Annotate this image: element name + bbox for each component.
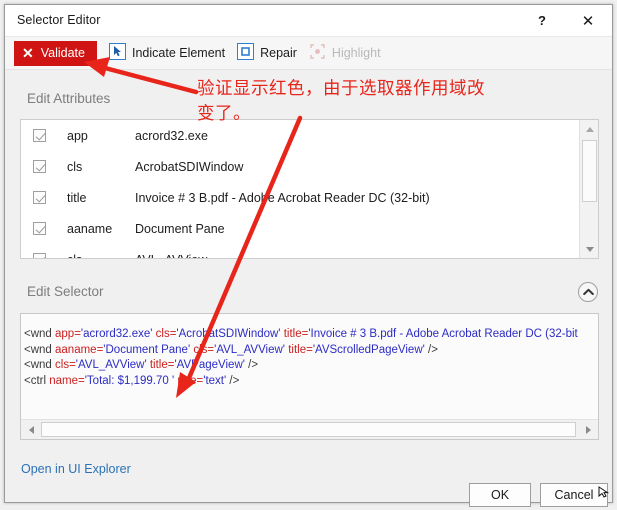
indicate-element-button[interactable]: Indicate Element xyxy=(108,41,226,66)
repair-button[interactable]: Repair xyxy=(237,41,297,66)
selector-tail: /> xyxy=(424,343,438,356)
selector-attr: aaname= xyxy=(51,343,104,356)
vertical-scrollbar-thumb[interactable] xyxy=(582,140,597,202)
collapse-selector-button[interactable] xyxy=(578,282,598,302)
repair-label: Repair xyxy=(260,46,297,60)
selector-code-area[interactable]: <wnd app='acrord32.exe' cls='AcrobatSDIW… xyxy=(21,314,598,414)
attribute-checkbox[interactable] xyxy=(33,253,46,258)
selector-tag: <ctrl xyxy=(24,374,47,387)
scroll-up-arrow-icon[interactable] xyxy=(580,120,598,138)
attribute-value: AVL_AVView xyxy=(135,253,207,259)
edit-selector-header-row: Edit Selector xyxy=(5,277,614,307)
highlight-label: Highlight xyxy=(331,46,381,60)
highlight-icon xyxy=(309,43,326,63)
window-title: Selector Editor xyxy=(17,13,101,27)
table-row[interactable]: title Invoice # 3 B.pdf - Adobe Acrobat … xyxy=(21,182,578,213)
selector-tag: <wnd xyxy=(24,359,52,371)
table-row[interactable]: cls AcrobatSDIWindow xyxy=(21,151,578,182)
selector-attr: role= xyxy=(174,374,204,387)
attributes-list-panel: app acrord32.exe cls AcrobatSDIWindow ti… xyxy=(20,119,599,259)
selector-value: 'text' xyxy=(203,374,227,387)
indicate-element-label: Indicate Element xyxy=(131,46,226,60)
indicate-element-icon xyxy=(108,43,126,63)
horizontal-scrollbar-thumb[interactable] xyxy=(41,422,576,437)
validate-error-x-icon: ✕ xyxy=(22,45,34,61)
selector-attr: app= xyxy=(51,328,81,340)
selector-horizontal-scrollbar[interactable] xyxy=(21,419,598,439)
attribute-checkbox[interactable] xyxy=(33,160,46,173)
selector-attr: name= xyxy=(46,374,85,387)
attribute-key: cls xyxy=(67,253,135,259)
open-in-ui-explorer-link[interactable]: Open in UI Explorer xyxy=(21,462,131,476)
window-titlebar: Selector Editor ? ✕ xyxy=(5,5,612,37)
selector-value: 'AVPageView' xyxy=(174,359,245,371)
selector-attr: title= xyxy=(285,343,313,356)
selector-line: <ctrl name='Total: $1,199.70 ' role='tex… xyxy=(24,374,598,390)
repair-icon xyxy=(237,43,255,63)
attribute-key: aaname xyxy=(67,221,113,236)
selector-editor-panel[interactable]: <wnd app='acrord32.exe' cls='AcrobatSDIW… xyxy=(20,313,599,440)
edit-attributes-header: Edit Attributes xyxy=(27,91,111,106)
scroll-left-arrow-icon[interactable] xyxy=(22,421,40,438)
table-row[interactable]: cls AVL_AVView xyxy=(21,244,578,258)
ok-button[interactable]: OK xyxy=(469,483,531,507)
attributes-rows: app acrord32.exe cls AcrobatSDIWindow ti… xyxy=(21,120,578,258)
selector-value: 'acrord32.exe' xyxy=(80,328,153,340)
selector-tail: /> xyxy=(244,359,259,371)
attribute-value: Invoice # 3 B.pdf - Adobe Acrobat Reader… xyxy=(135,190,430,205)
highlight-button[interactable]: Highlight xyxy=(309,41,381,66)
scroll-right-arrow-icon[interactable] xyxy=(579,421,597,438)
selector-value: 'AVScrolledPageView' xyxy=(312,343,425,356)
attribute-checkbox[interactable] xyxy=(33,191,46,204)
selector-value: 'AVL_AVView' xyxy=(75,359,147,371)
selector-value: 'Document Pane' xyxy=(103,343,191,356)
attribute-key: title xyxy=(67,190,87,205)
attribute-value: acrord32.exe xyxy=(135,128,208,143)
selector-attr: title= xyxy=(146,359,175,371)
help-button[interactable]: ? xyxy=(520,5,564,36)
validate-button-label: Validate xyxy=(40,46,85,60)
selector-value: 'AVL_AVView' xyxy=(214,343,286,356)
selector-tag: <wnd xyxy=(24,343,52,356)
attribute-value: Document Pane xyxy=(135,221,225,236)
edit-selector-header: Edit Selector xyxy=(27,284,104,299)
selector-tag: <wnd xyxy=(24,328,52,340)
table-row[interactable]: aaname Document Pane xyxy=(21,213,578,244)
editor-toolbar: ✕ Validate Indicate Element Repair Highl… xyxy=(5,37,612,70)
selector-line: <wnd aaname='Document Pane' cls='AVL_AVV… xyxy=(24,343,598,359)
attribute-key: app xyxy=(67,128,88,143)
close-button[interactable]: ✕ xyxy=(566,5,610,36)
selector-attr: cls= xyxy=(51,359,76,371)
screenshot-root: Selector Editor ? ✕ ✕ Validate Indicate … xyxy=(0,0,617,510)
chevron-up-icon xyxy=(582,288,594,295)
resize-grip-icon[interactable] xyxy=(598,486,610,501)
selector-editor-window: Selector Editor ? ✕ ✕ Validate Indicate … xyxy=(4,4,614,507)
attributes-vertical-scrollbar[interactable] xyxy=(579,120,598,258)
attribute-checkbox[interactable] xyxy=(33,129,46,142)
selector-line: <wnd app='acrord32.exe' cls='AcrobatSDIW… xyxy=(24,327,598,343)
attribute-key: cls xyxy=(67,159,83,174)
selector-attr: cls= xyxy=(190,343,215,356)
attribute-value: AcrobatSDIWindow xyxy=(135,159,244,174)
validate-button[interactable]: ✕ Validate xyxy=(14,40,97,66)
selector-attr: cls= xyxy=(152,328,177,340)
selector-value: 'Invoice # 3 B.pdf - Adobe Acrobat Reade… xyxy=(308,328,578,340)
selector-value: 'AcrobatSDIWindow' xyxy=(176,328,281,340)
table-row[interactable]: app acrord32.exe xyxy=(21,120,578,151)
selector-attr: title= xyxy=(280,328,309,340)
selector-tail: /> xyxy=(226,374,240,387)
selector-line: <wnd cls='AVL_AVView' title='AVPageView'… xyxy=(24,358,598,374)
attribute-checkbox[interactable] xyxy=(33,222,46,235)
scroll-down-arrow-icon[interactable] xyxy=(580,240,598,258)
selector-value: 'Total: $1,199.70 ' xyxy=(84,374,175,387)
